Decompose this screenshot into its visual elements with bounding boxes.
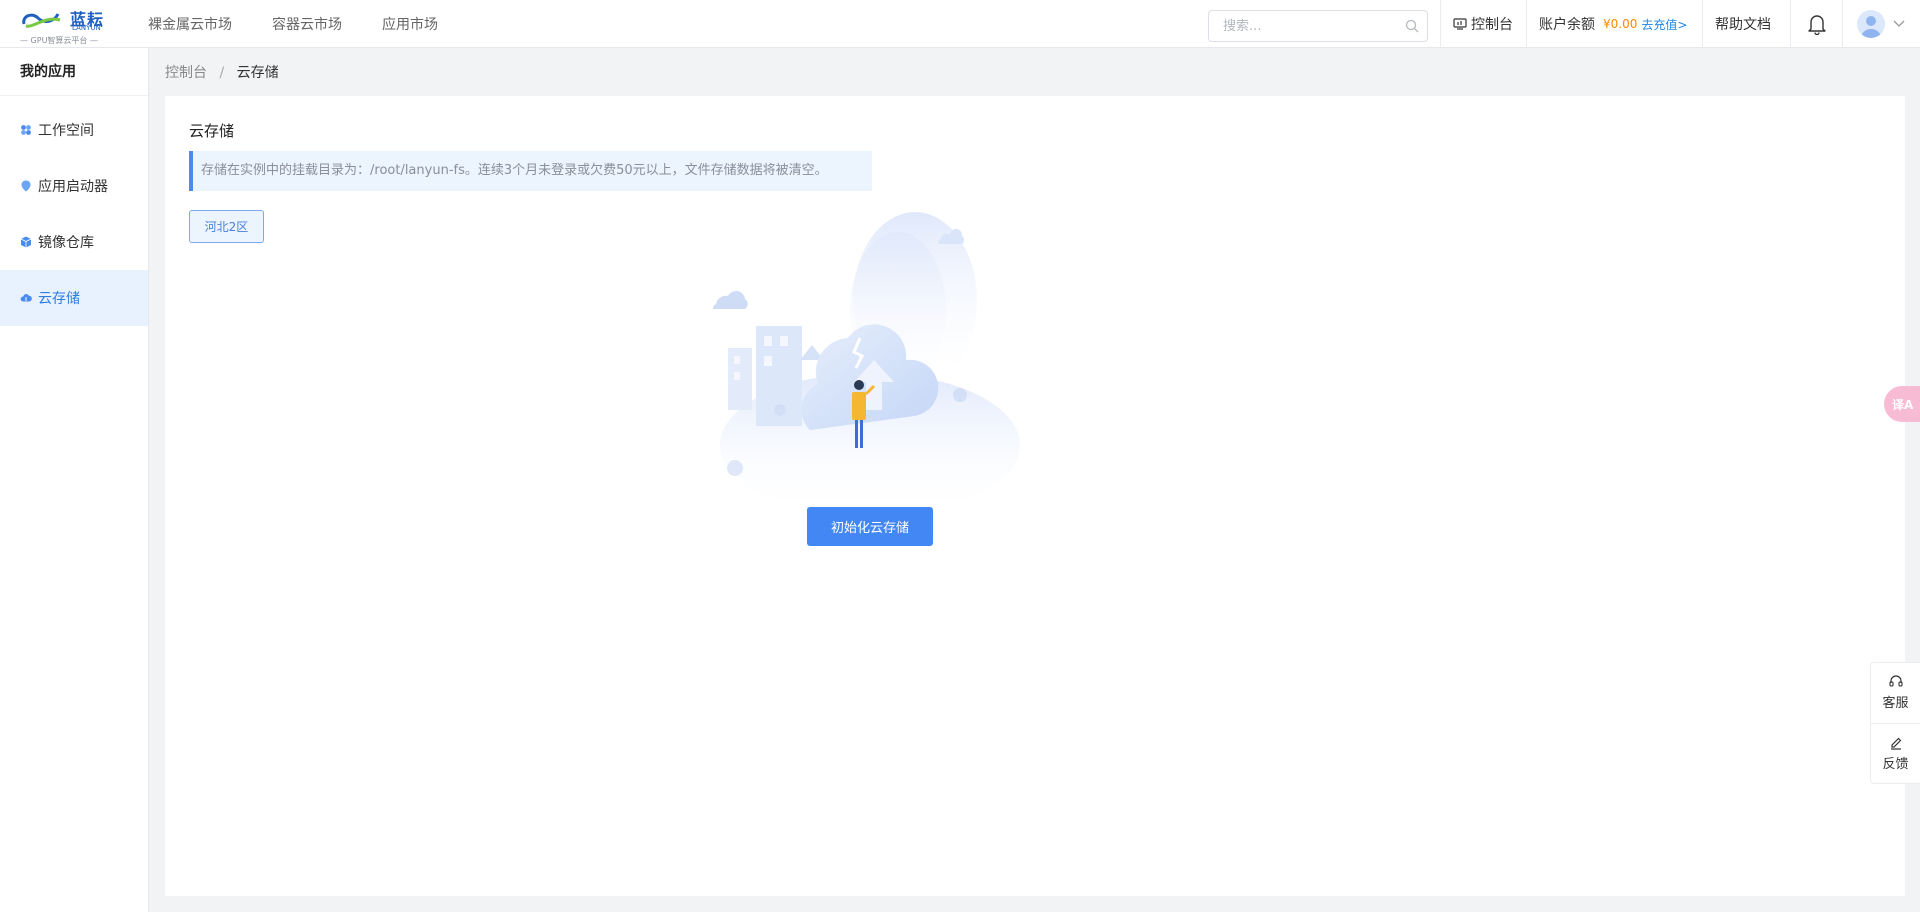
headset-icon bbox=[1888, 675, 1903, 687]
monitor-icon bbox=[1453, 18, 1467, 30]
search-box bbox=[1208, 10, 1428, 42]
customer-service-button[interactable]: 客服 bbox=[1871, 663, 1920, 723]
init-cloud-storage-button[interactable]: 初始化云存储 bbox=[807, 507, 933, 546]
sidebar-item-image-repo[interactable]: 镜像仓库 bbox=[0, 214, 148, 270]
nav-bare-metal-market[interactable]: 裸金属云市场 bbox=[148, 14, 232, 34]
sidebar-item-label: 云存储 bbox=[38, 291, 80, 307]
sidebar-item-label: 工作空间 bbox=[38, 123, 94, 139]
sidebar: 我的应用 工作空间 应用启动器 镜像仓库 云存储 bbox=[0, 48, 149, 912]
account-balance: 账户余额 ¥0.00 去充值> bbox=[1526, 0, 1702, 48]
sidebar-item-label: 镜像仓库 bbox=[38, 235, 94, 251]
user-menu[interactable] bbox=[1842, 0, 1920, 48]
feedback-label: 反馈 bbox=[1882, 756, 1909, 772]
feedback-button[interactable]: 反馈 bbox=[1871, 723, 1920, 783]
console-label: 控制台 bbox=[1471, 17, 1513, 33]
logo[interactable]: 蓝耘 LANYUN — GPU智算云平台 — bbox=[20, 4, 110, 45]
balance-label: 账户余额 bbox=[1539, 17, 1595, 33]
breadcrumb: 控制台 / 云存储 bbox=[165, 62, 279, 82]
top-nav: 裸金属云市场 容器云市场 应用市场 bbox=[148, 0, 478, 48]
sidebar-item-label: 应用启动器 bbox=[38, 179, 108, 195]
search-input[interactable] bbox=[1209, 11, 1389, 41]
help-label: 帮助文档 bbox=[1715, 17, 1771, 33]
recharge-link[interactable]: 去充值> bbox=[1641, 16, 1687, 33]
region-tab-hebei2[interactable]: 河北2区 bbox=[189, 210, 264, 243]
launcher-icon bbox=[21, 180, 31, 192]
sidebar-item-workspace[interactable]: 工作空间 bbox=[0, 102, 148, 158]
cloud-storage-icon bbox=[20, 294, 32, 302]
breadcrumb-console[interactable]: 控制台 bbox=[165, 65, 207, 81]
avatar bbox=[1857, 10, 1885, 38]
chevron-down-icon bbox=[1893, 20, 1905, 27]
edit-icon bbox=[1890, 737, 1901, 750]
customer-service-label: 客服 bbox=[1882, 696, 1909, 711]
breadcrumb-current: 云存储 bbox=[236, 65, 279, 81]
empty-storage-illustration bbox=[712, 212, 1020, 500]
translate-icon: 译A bbox=[1892, 397, 1914, 412]
side-tools: 客服 反馈 bbox=[1870, 662, 1920, 784]
logo-mark-icon bbox=[22, 13, 61, 28]
balance-value: ¥0.00 bbox=[1603, 17, 1638, 31]
console-link[interactable]: 控制台 bbox=[1440, 0, 1526, 48]
nav-app-market[interactable]: 应用市场 bbox=[382, 14, 438, 34]
logo-slogan: — GPU智算云平台 — bbox=[20, 36, 98, 45]
breadcrumb-separator: / bbox=[219, 65, 225, 81]
logo-brand-en: LANYUN bbox=[72, 24, 101, 32]
image-repo-icon bbox=[20, 236, 32, 248]
page-title: 云存储 bbox=[189, 122, 235, 140]
sidebar-item-launcher[interactable]: 应用启动器 bbox=[0, 158, 148, 214]
help-docs-link[interactable]: 帮助文档 bbox=[1702, 0, 1790, 48]
notification-button[interactable] bbox=[1790, 0, 1842, 48]
translate-float-button[interactable]: 译A bbox=[1884, 386, 1920, 422]
workspace-icon bbox=[21, 125, 31, 135]
search-icon[interactable] bbox=[1405, 19, 1419, 33]
top-header: 蓝耘 LANYUN — GPU智算云平台 — 裸金属云市场 容器云市场 应用市场… bbox=[0, 0, 1920, 48]
nav-container-market[interactable]: 容器云市场 bbox=[272, 14, 342, 34]
sidebar-item-cloud-storage[interactable]: 云存储 bbox=[0, 270, 148, 326]
bell-icon bbox=[1807, 15, 1826, 35]
sidebar-title: 我的应用 bbox=[0, 48, 148, 96]
